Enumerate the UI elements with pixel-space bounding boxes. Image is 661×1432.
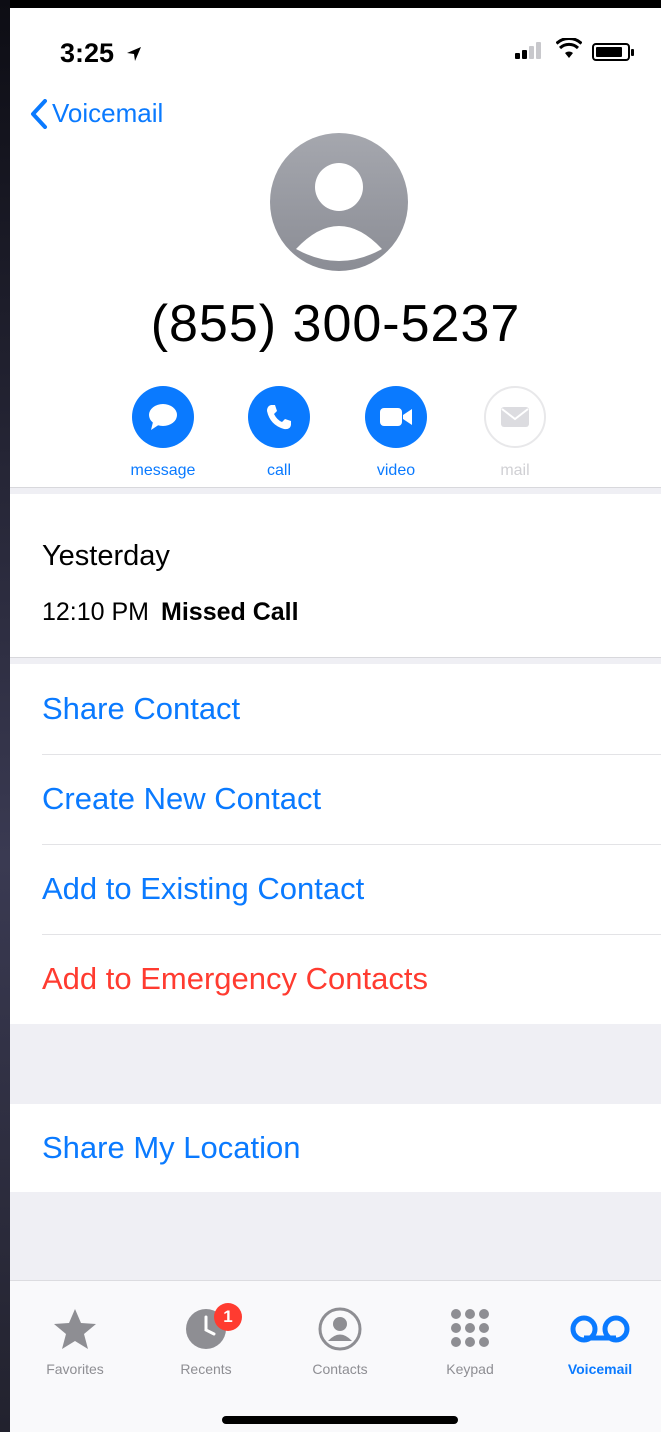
tab-contacts-label: Contacts [312,1361,368,1377]
device-left-edge [0,0,10,1432]
share-my-location-button[interactable]: Share My Location [10,1104,661,1192]
recents-badge: 1 [214,1303,242,1331]
back-button-label: Voicemail [52,98,164,128]
home-indicator[interactable] [222,1416,458,1424]
contact-avatar [270,133,408,271]
phone-number: (855) 300-5237 [150,295,521,353]
message-action-label: message [130,462,196,479]
tab-recents-label: Recents [180,1361,232,1377]
call-history-section: Yesterday 12:10 PM Missed Call [10,494,661,658]
message-action-button[interactable]: message [113,386,213,480]
tab-favorites[interactable]: Favorites [15,1301,135,1377]
back-button[interactable]: Voicemail [30,98,163,129]
voicemail-icon [570,1315,630,1343]
person-circle-icon [318,1307,362,1351]
star-icon [54,1309,96,1349]
contact-actions: message call video mail [10,386,661,479]
share-contact-button[interactable]: Share Contact [10,664,661,754]
mail-action-label: mail [500,462,530,479]
tab-recents[interactable]: 1 Recents [146,1301,266,1377]
add-to-existing-contact-button[interactable]: Add to Existing Contact [10,844,661,934]
video-action-label: video [376,462,416,479]
status-time-label: 3:25 [60,38,115,68]
add-to-emergency-contacts-button[interactable]: Add to Emergency Contacts [10,934,661,1024]
tab-voicemail[interactable]: Voicemail [540,1301,660,1377]
wifi-icon [556,38,582,58]
envelope-icon [501,407,529,427]
status-time: 3:25 [60,38,142,69]
chevron-left-icon [31,98,47,129]
call-type: Missed Call [161,598,299,626]
call-action-label: call [266,462,291,479]
call-entry: 12:10 PM Missed Call [42,598,299,627]
mail-action-button[interactable]: mail [465,386,565,480]
call-action-button[interactable]: call [229,386,329,480]
contact-header: Voicemail (855) 300-5237 message call vi… [10,88,661,488]
phone-screen: 3:25 Voicemail (855) 300-5237 message ca… [10,8,661,1432]
call-time: 12:10 PM [42,598,150,626]
tab-voicemail-label: Voicemail [567,1361,633,1377]
tab-keypad[interactable]: Keypad [410,1301,530,1377]
tab-keypad-label: Keypad [446,1361,494,1377]
create-new-contact-button[interactable]: Create New Contact [10,754,661,844]
status-bar: 3:25 [10,8,661,88]
keypad-icon [451,1309,489,1347]
battery-icon [592,43,634,61]
phone-icon [267,405,291,430]
tab-contacts[interactable]: Contacts [280,1301,400,1377]
contact-options-list: Share Contact Create New Contact Add to … [10,664,661,1024]
tab-favorites-label: Favorites [46,1361,104,1377]
video-camera-icon [380,408,412,426]
call-day: Yesterday [42,540,170,572]
device-top-edge [0,0,661,8]
video-action-button[interactable]: video [346,386,446,480]
cellular-signal-icon [515,42,541,59]
tab-bar: Favorites 1 Recents Contacts Keypad Voic… [10,1280,661,1432]
message-bubble-icon [149,404,177,430]
person-silhouette-icon [296,163,382,261]
location-arrow-icon [126,47,141,61]
